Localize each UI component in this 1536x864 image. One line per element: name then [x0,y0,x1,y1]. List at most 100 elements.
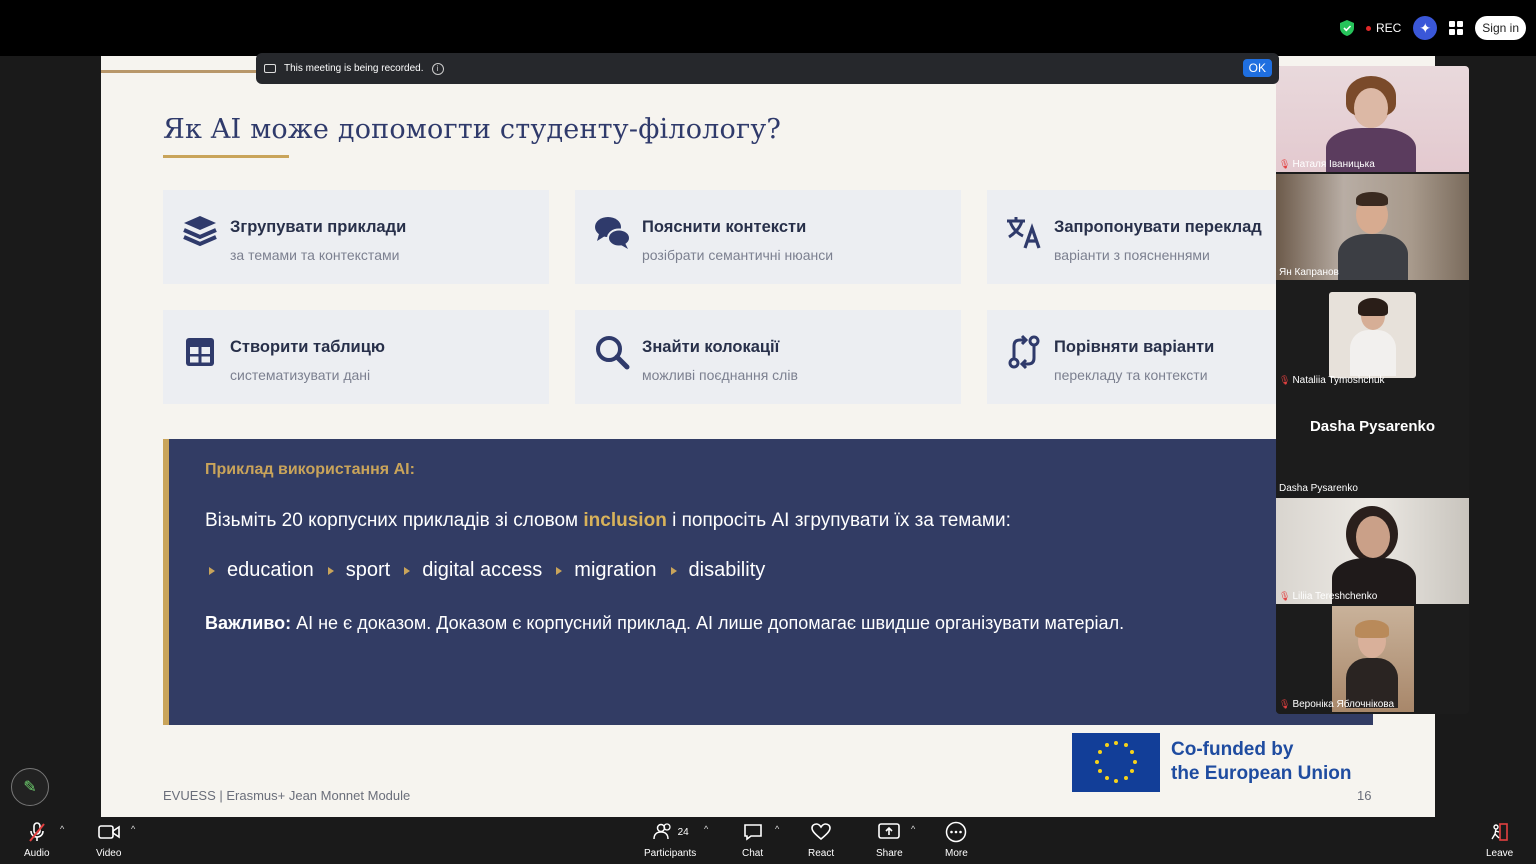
rec-label: REC [1375,21,1402,35]
participant-display-name: Dasha Pysarenko [1309,418,1436,435]
eu-star-icon [1097,750,1102,754]
eu-star-icon [1095,759,1099,764]
bullet-triangle-icon [556,566,563,575]
participant-hair [1355,620,1389,638]
eu-star-icon [1114,740,1118,745]
layers-icon [183,216,217,247]
example-instruction: Візьміть 20 корпусних прикладів зі слово… [205,510,1011,532]
heart-icon [811,821,831,843]
bullet-triangle-icon [209,566,215,575]
participant-hair [1356,192,1388,206]
participant-tile[interactable]: 🎙 Liliia Tereshchenko [1276,498,1469,604]
bullet-triangle-icon [670,566,677,575]
card-create-table: Створити таблицю систематизувати дані [163,310,549,404]
video-button[interactable]: Video [96,821,121,859]
apps-grid-icon[interactable] [1449,21,1464,35]
top-gold-rule [101,70,261,73]
participant-hair [1358,298,1388,316]
compare-arrows-icon [1008,334,1040,370]
topic-tag: disability [688,559,766,581]
chat-options-caret-icon[interactable]: ^ [775,824,779,834]
eu-star-icon [1130,750,1135,754]
chat-label: Chat [742,848,764,859]
participant-name-text: Ян Капранов [1279,267,1339,278]
note-label: Важливо: [205,613,292,633]
share-options-caret-icon[interactable]: ^ [911,824,915,834]
audio-options-caret-icon[interactable]: ^ [60,824,64,834]
share-screen-icon [878,821,901,843]
participant-gallery[interactable]: 🎙 Наталя Іваницька Ян Капранов 🎙 Nataliia … [1276,66,1469,714]
instruction-end: і попросіть AI згрупувати їх за темами: [666,510,1011,531]
mic-muted-icon: 🎙 [1279,699,1291,709]
participant-name-text: Наталя Іваницька [1292,159,1375,170]
participants-options-caret-icon[interactable]: ^ [704,824,708,834]
note-text: AI не є доказом. Доказом є корпусний при… [291,613,1125,633]
card-title: Запропонувати переклад [1054,218,1262,236]
card-title: Порівняти варіанти [1054,338,1215,356]
example-heading: Приклад використання AI: [205,461,415,478]
recording-indicator[interactable]: REC [1365,21,1402,35]
eu-star-icon [1133,759,1137,764]
shield-icon[interactable] [1339,20,1354,36]
participant-tile[interactable]: 🎙 Вероніка Яблочнікова [1276,606,1469,712]
example-panel: Приклад використання AI: Візьміть 20 кор… [163,439,1373,725]
participant-name: 🎙 Наталя Іваницька [1279,159,1375,170]
audio-label: Audio [24,848,50,859]
bullet-triangle-icon [404,566,411,575]
card-subtitle: перекладу та контексти [1054,367,1208,383]
participant-name: 🎙 Вероніка Яблочнікова [1279,699,1394,710]
participants-button[interactable]: 24 Participants [644,821,696,859]
eu-cofunded-logo: Co-funded by the European Union [1072,732,1372,792]
annotate-pencil-icon[interactable]: ✎ [11,768,49,806]
react-button[interactable]: React [808,821,834,859]
eu-star-icon [1123,775,1128,780]
participants-count: 24 [677,826,689,838]
recording-banner-text: This meeting is being recorded. [284,63,424,74]
react-label: React [808,848,835,859]
bullet-triangle-icon [327,566,334,575]
video-label: Video [96,848,122,859]
participant-tile[interactable]: 🎙 Наталя Іваницька [1276,66,1469,172]
ok-button[interactable]: OK [1242,59,1272,77]
topic-tag: sport [345,559,391,581]
audio-button[interactable]: Audio [24,821,50,859]
topic-tag: migration [574,559,657,581]
video-options-caret-icon[interactable]: ^ [131,824,135,834]
meeting-toolbar: Audio ^ Video ^ 24 Participants ^ Chat ^ [0,817,1536,864]
eu-star-icon [1114,778,1118,783]
participant-tile-active-speaker[interactable]: Ян Капранов [1276,174,1469,280]
more-button[interactable]: More [945,821,968,859]
table-icon [186,338,214,366]
participant-name: 🎙 Nataliia Tymoshchuk [1279,375,1385,386]
leave-button[interactable]: Leave [1486,821,1513,859]
highlight-word: inclusion [583,510,667,531]
info-icon[interactable]: i [431,62,444,75]
card-title: Пояснити контексти [642,218,807,236]
participant-name-text: Nataliia Tymoshchuk [1292,375,1385,386]
eu-star-icon [1123,743,1128,748]
mic-muted-icon: 🎙 [1279,159,1291,169]
sign-in-button[interactable]: Sign in [1475,16,1526,40]
shared-screen: Як AI може допомогти студенту-філологу? … [101,56,1435,817]
card-group-examples: Згрупувати приклади за темами та контекс… [163,190,549,284]
instruction-start: Візьміть 20 корпусних прикладів зі слово… [205,510,584,531]
card-title: Створити таблицю [230,338,385,356]
card-title: Згрупувати приклади [230,218,407,236]
leave-door-icon [1490,821,1510,843]
participant-tile[interactable]: 🎙 Nataliia Tymoshchuk [1276,282,1469,388]
eu-star-icon [1130,769,1135,773]
participant-name-text: Dasha Pysarenko [1279,483,1358,494]
card-title: Знайти колокації [642,338,780,356]
recording-banner: This meeting is being recorded. i OK [256,53,1279,84]
participant-name: Ян Капранов [1279,267,1339,278]
share-label: Share [876,848,903,859]
zoom-meeting-window: REC ✦ Sign in This meeting is being reco… [0,0,1536,864]
ai-companion-icon[interactable]: ✦ [1413,16,1438,40]
participant-tile-video-off[interactable]: Dasha Pysarenko Dasha Pysarenko [1276,390,1469,496]
eu-star-icon [1097,769,1102,773]
share-button[interactable]: Share [876,821,903,859]
chat-button[interactable]: Chat [742,821,763,859]
participant-name: 🎙 Liliia Tereshchenko [1279,591,1377,602]
topic-tag: digital access [422,559,543,581]
card-subtitle: можливі поєднання слів [642,367,798,383]
